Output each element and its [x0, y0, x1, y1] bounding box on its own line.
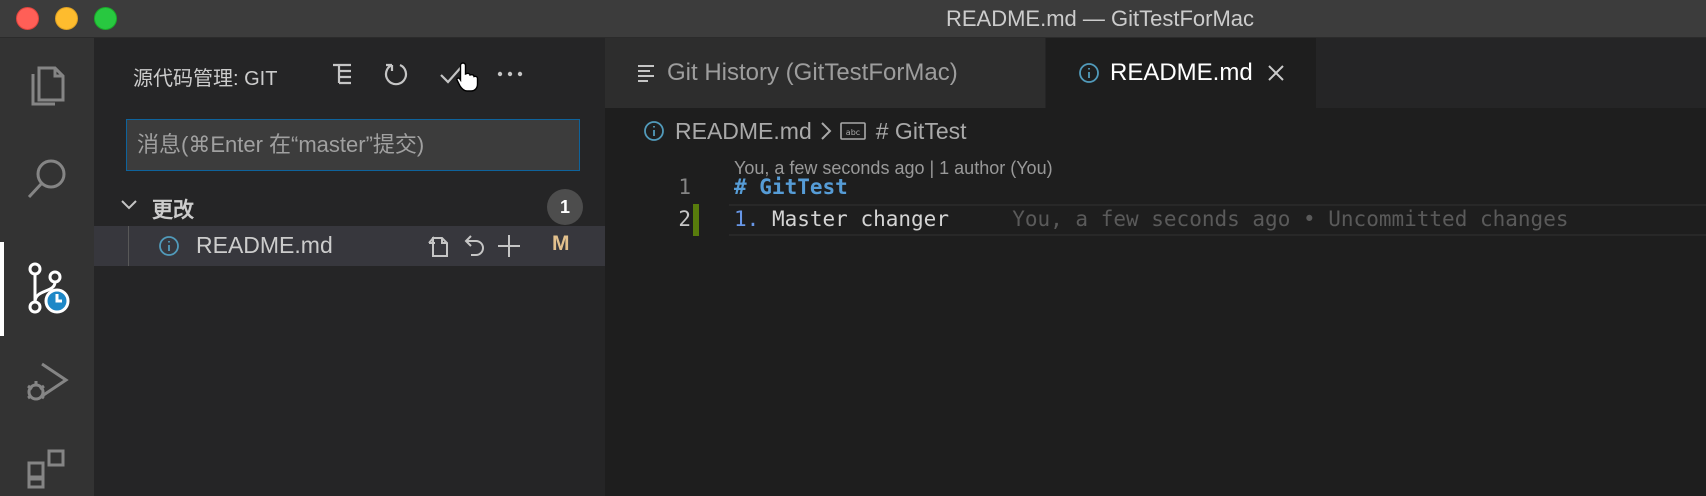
window-title: README.md — GitTestForMac	[945, 6, 1255, 31]
code-line[interactable]: 2 1. Master changer You, a few seconds a…	[605, 204, 1706, 236]
search-icon	[27, 159, 66, 199]
changed-file-row[interactable]: README.md M	[94, 226, 605, 266]
breadcrumb-symbol[interactable]: # GitTest	[876, 118, 967, 145]
code-line[interactable]: 1 # GitTest	[605, 172, 1706, 204]
more-actions-button[interactable]	[492, 56, 528, 92]
line-number: 2	[678, 207, 691, 231]
chevron-down-icon	[121, 200, 137, 210]
line-number: 1	[678, 175, 691, 199]
tab-readme[interactable]: README.md	[1046, 38, 1316, 108]
active-indicator	[0, 242, 4, 336]
activity-extensions[interactable]	[0, 418, 94, 496]
info-icon	[159, 236, 179, 256]
changes-group-label: 更改	[152, 199, 194, 222]
chevron-right-icon	[820, 121, 832, 141]
title-bar: README.md — GitTestForMac	[0, 0, 1706, 38]
string-symbol-icon: abc	[839, 121, 866, 141]
tree-indent-guide	[128, 226, 129, 266]
svg-text:abc: abc	[846, 128, 860, 137]
info-icon	[1078, 62, 1100, 84]
more-actions-icon	[497, 71, 523, 77]
stage-icon	[498, 235, 520, 257]
commit-message-input[interactable]	[126, 119, 580, 171]
line-content: 1. Master changer You, a few seconds ago…	[734, 207, 1568, 231]
tree-view-button[interactable]	[324, 56, 360, 92]
changes-count-badge: 1	[547, 189, 583, 225]
refresh-icon	[384, 63, 408, 86]
tab-git-history[interactable]: Git History (GitTestForMac)	[605, 38, 1045, 108]
run-debug-icon	[27, 362, 69, 401]
activity-run-debug[interactable]	[0, 336, 94, 430]
breadcrumb-file[interactable]: README.md	[675, 118, 812, 145]
stage-changes-button[interactable]	[493, 230, 525, 262]
file-status-badge: M	[552, 232, 570, 255]
activity-search[interactable]	[0, 132, 94, 226]
line-text: Master changer	[771, 207, 949, 231]
tab-label: Git History (GitTestForMac)	[667, 59, 958, 86]
editor[interactable]: README.md abc # GitTest You, a few secon…	[605, 108, 1706, 496]
discard-icon	[464, 235, 484, 256]
source-control-sidebar: 源代码管理: GIT 更改 1	[94, 38, 605, 496]
activity-explorer[interactable]	[0, 38, 94, 132]
close-icon[interactable]	[1267, 64, 1285, 82]
blame-annotation: You, a few seconds ago • Uncommitted cha…	[1012, 207, 1569, 231]
mouse-cursor-icon	[453, 60, 481, 94]
changes-group-header[interactable]: 更改 1	[94, 188, 605, 225]
tab-label: README.md	[1110, 59, 1253, 86]
editor-tab-bar: Git History (GitTestForMac) README.md	[605, 38, 1706, 108]
activity-source-control[interactable]	[0, 242, 94, 336]
modified-gutter-marker	[693, 204, 699, 236]
hand-pointer-icon	[456, 62, 479, 92]
history-list-icon	[637, 64, 657, 82]
open-file-icon	[428, 236, 448, 257]
discard-changes-button[interactable]	[458, 230, 490, 262]
changed-file-name: README.md	[196, 232, 333, 258]
refresh-button[interactable]	[378, 56, 414, 92]
open-file-button[interactable]	[424, 230, 456, 262]
info-icon	[643, 120, 665, 142]
list-marker: 1.	[734, 207, 760, 231]
line-text: # GitTest	[734, 175, 848, 199]
tree-view-icon	[333, 63, 351, 85]
sidebar-title: 源代码管理: GIT	[133, 68, 278, 90]
files-icon	[31, 66, 65, 106]
extensions-icon	[27, 449, 65, 489]
source-control-icon	[28, 262, 70, 314]
activity-bar	[0, 38, 94, 496]
breadcrumb: README.md abc # GitTest	[643, 116, 967, 146]
